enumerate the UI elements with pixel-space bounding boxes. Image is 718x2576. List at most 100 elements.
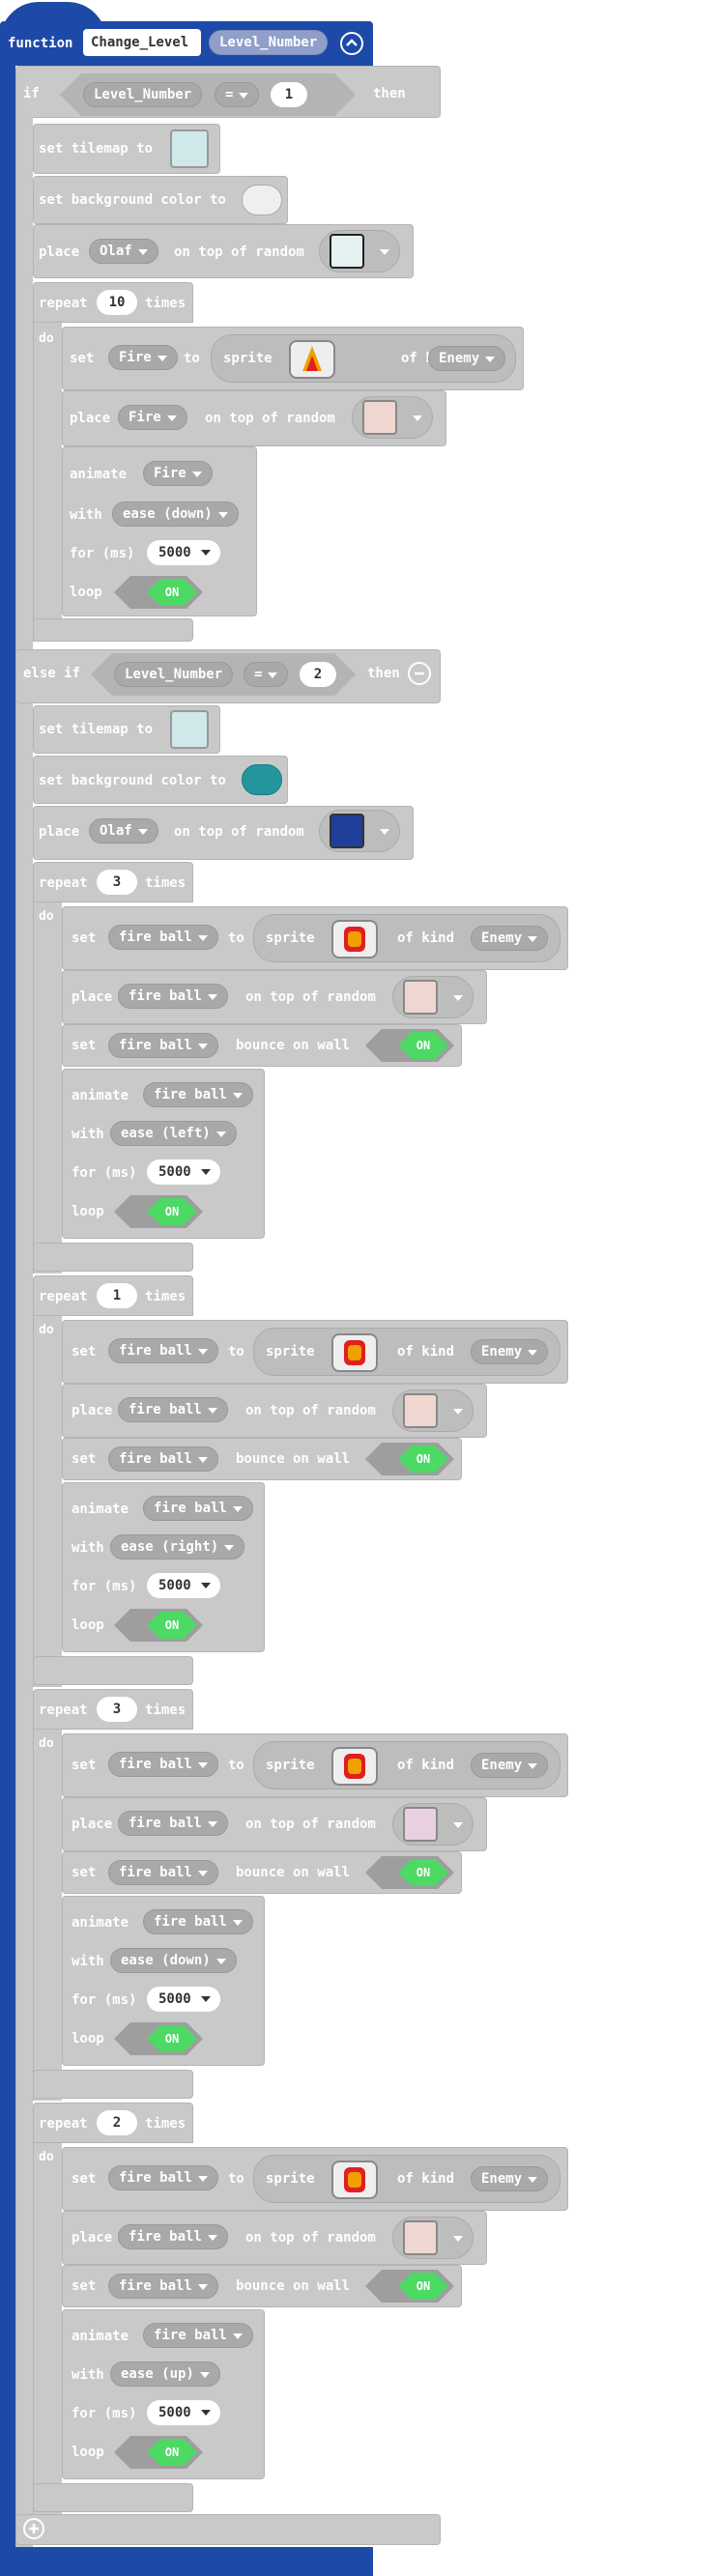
fireball-sprite-icon[interactable]: [331, 2161, 378, 2199]
tilemap-snow-icon[interactable]: [170, 129, 209, 168]
repeat-4-ontop: on top of random: [245, 1817, 376, 1832]
kind-dropdown[interactable]: Enemy: [471, 926, 549, 951]
condition-2-op[interactable]: =: [244, 662, 289, 687]
repeat-5-tile[interactable]: [392, 2217, 474, 2259]
function-name-field[interactable]: Change_Level: [83, 29, 201, 56]
repeat-1-arm: [33, 323, 62, 642]
set-sprite-1-var[interactable]: Fire: [108, 345, 178, 370]
repeat-4-with: with: [72, 1954, 104, 1969]
animate-1-ease[interactable]: ease (down): [112, 501, 239, 527]
fireball-sprite-icon[interactable]: [331, 920, 378, 959]
repeat-3-set-label: set: [72, 1344, 97, 1360]
repeat-4-animate-var[interactable]: fire ball: [143, 1909, 253, 1934]
repeat-5-times: times: [145, 2116, 187, 2132]
repeat-2-set-var[interactable]: fire ball: [108, 925, 218, 950]
repeat-2-animate-label: animate: [72, 1088, 129, 1103]
chevron-down-icon: [201, 550, 211, 556]
condition-2-value[interactable]: 2: [300, 662, 336, 687]
repeat-5-place-var[interactable]: fire ball: [118, 2224, 228, 2249]
place-olaf-2-label: place: [39, 824, 80, 840]
tilemap-maze-icon[interactable]: [170, 710, 209, 749]
repeat-3-animate-label: animate: [72, 1502, 129, 1517]
fireball-sprite-icon[interactable]: [331, 1747, 378, 1786]
sprite-label: sprite: [223, 351, 273, 366]
repeat-2-count[interactable]: 3: [97, 870, 137, 895]
bg-color-swatch-1[interactable]: [242, 185, 282, 215]
animate-1-label: animate: [70, 467, 128, 482]
repeat-5-label: repeat: [39, 2116, 88, 2132]
chevron-down-icon: [201, 1996, 211, 2002]
repeat-3-tile[interactable]: [392, 1389, 474, 1432]
place-fire-1-var[interactable]: Fire: [118, 405, 187, 430]
repeat-1-count[interactable]: 10: [97, 290, 137, 315]
repeat-4-foot: [33, 2070, 193, 2099]
bg-color-swatch-2[interactable]: [242, 764, 282, 795]
repeat-2-place-var[interactable]: fire ball: [118, 984, 228, 1009]
repeat-4-tile[interactable]: [392, 1803, 474, 1846]
condition-2-var[interactable]: Level_Number: [114, 662, 234, 687]
repeat-4-set-var[interactable]: fire ball: [108, 1752, 218, 1777]
repeat-5-ease[interactable]: ease (up): [110, 2361, 220, 2387]
repeat-1-times: times: [145, 296, 187, 311]
repeat-3-set-var[interactable]: fire ball: [108, 1338, 218, 1363]
kind-dropdown[interactable]: Enemy: [471, 1753, 549, 1778]
repeat-3-do: do: [39, 1323, 54, 1337]
repeat-4-count[interactable]: 3: [97, 1697, 137, 1722]
kind-dropdown[interactable]: Enemy: [428, 346, 506, 371]
repeat-4-place-var[interactable]: fire ball: [118, 1811, 228, 1836]
repeat-5-set-var[interactable]: fire ball: [108, 2165, 218, 2190]
repeat-4-label: repeat: [39, 1703, 88, 1718]
kind-dropdown[interactable]: Enemy: [471, 2166, 549, 2191]
chevron-up-circle-icon[interactable]: [340, 32, 363, 55]
repeat-5-bounce-label: bounce on wall: [236, 2278, 351, 2294]
repeat-2-sprite-block[interactable]: sprite of kind Enemy: [253, 914, 560, 962]
function-param[interactable]: Level_Number: [209, 30, 329, 55]
repeat-5-ontop: on top of random: [245, 2230, 376, 2246]
repeat-5-place-label: place: [72, 2230, 113, 2246]
condition-1-value[interactable]: 1: [271, 82, 307, 107]
function-keyword: function: [8, 36, 73, 51]
place-olaf-1-var[interactable]: Olaf: [89, 239, 158, 264]
repeat-5-count[interactable]: 2: [97, 2110, 137, 2135]
repeat-2-animate-var[interactable]: fire ball: [143, 1082, 253, 1107]
plus-circle-icon[interactable]: [23, 2518, 44, 2539]
repeat-2-ease[interactable]: ease (left): [110, 1121, 237, 1146]
repeat-5-sprite-block[interactable]: sprite of kind Enemy: [253, 2155, 560, 2203]
pink-tile-icon: [403, 2220, 438, 2255]
set-sprite-1-label: set: [70, 351, 95, 366]
repeat-2-bounce-var[interactable]: fire ball: [108, 1033, 218, 1058]
repeat-5-animate-var[interactable]: fire ball: [143, 2323, 253, 2348]
sprite-label: sprite: [266, 930, 315, 946]
repeat-3-animate-var[interactable]: fire ball: [143, 1496, 253, 1521]
place-olaf-2-var[interactable]: Olaf: [89, 818, 158, 844]
repeat-2-do: do: [39, 909, 54, 924]
place-fire-1-tile[interactable]: [352, 396, 433, 439]
condition-1-op[interactable]: =: [215, 82, 260, 107]
function-footer: [0, 2547, 373, 2576]
kind-dropdown[interactable]: Enemy: [471, 1339, 549, 1364]
repeat-5-bounce-var[interactable]: fire ball: [108, 2274, 218, 2299]
animate-1-var[interactable]: Fire: [143, 461, 213, 486]
repeat-5-animate-label: animate: [72, 2329, 129, 2344]
sprite-block-1[interactable]: sprite of kind Enemy: [211, 334, 516, 383]
place-olaf-1-tile[interactable]: [319, 230, 400, 272]
place-olaf-2-tile[interactable]: [319, 810, 400, 852]
flame-sprite-icon[interactable]: [289, 340, 335, 379]
repeat-3-sprite-block[interactable]: sprite of kind Enemy: [253, 1328, 560, 1376]
repeat-2-tile[interactable]: [392, 976, 474, 1018]
repeat-4-bounce-var[interactable]: fire ball: [108, 1860, 218, 1885]
repeat-4-sprite-block[interactable]: sprite of kind Enemy: [253, 1741, 560, 1789]
repeat-4-animate-label: animate: [72, 1915, 129, 1931]
condition-1-var[interactable]: Level_Number: [83, 82, 203, 107]
repeat-4-loop: loop: [72, 2031, 104, 2046]
repeat-1-foot: [33, 618, 193, 642]
repeat-4-ease[interactable]: ease (down): [110, 1948, 237, 1973]
repeat-3-ease[interactable]: ease (right): [110, 1534, 245, 1560]
minus-circle-icon[interactable]: [408, 662, 431, 685]
repeat-3-count[interactable]: 1: [97, 1283, 137, 1308]
repeat-3-place-var[interactable]: fire ball: [118, 1397, 228, 1422]
fireball-sprite-icon[interactable]: [331, 1333, 378, 1372]
of-kind-label: of kind: [397, 930, 455, 946]
repeat-3-bounce-var[interactable]: fire ball: [108, 1446, 218, 1472]
ice-tile-icon: [330, 234, 364, 269]
